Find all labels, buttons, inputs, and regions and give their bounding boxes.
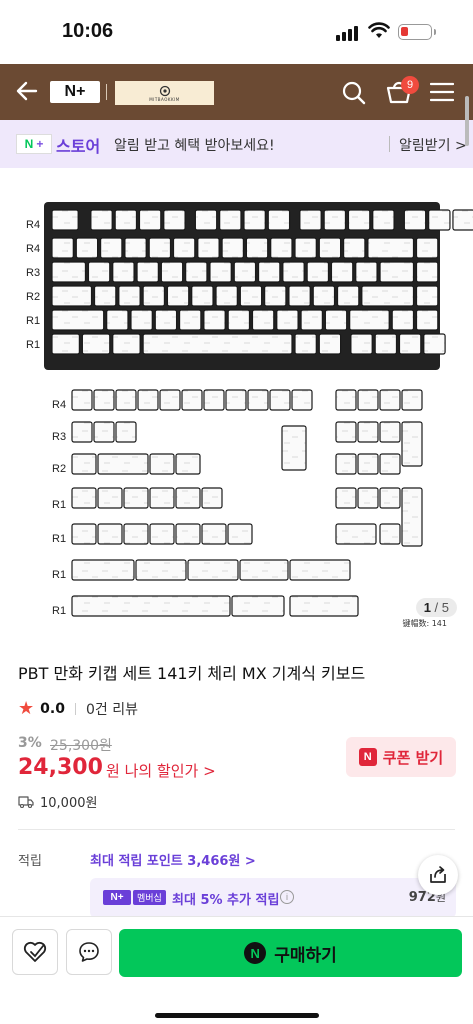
- sale-price: 24,300: [18, 755, 103, 780]
- rating-divider: [74, 702, 76, 715]
- star-icon: ★: [18, 698, 35, 719]
- original-price: 25,300원: [50, 738, 112, 754]
- banner-divider: [389, 136, 390, 152]
- truck-icon: [18, 795, 34, 808]
- row-label: R2: [26, 291, 40, 303]
- shipping-info: 10,000원: [18, 792, 97, 811]
- scroll-indicator: [465, 96, 469, 146]
- product-title: PBT 만화 키캡 세트 141키 체리 MX 기계식 키보드: [18, 664, 366, 683]
- row-label: R1: [26, 315, 40, 327]
- row-label: R4: [26, 219, 40, 231]
- cart-count-badge: 9: [401, 76, 419, 94]
- image-caption: 键帽数: 141: [402, 619, 447, 628]
- store-notification-banner[interactable]: N + 스토어 알림 받고 혜택 받아보세요! 알림받기 >: [0, 120, 473, 168]
- section-divider: [18, 829, 455, 830]
- hamburger-menu-icon[interactable]: [430, 82, 454, 102]
- row-label: R3: [52, 431, 66, 443]
- chat-bubble-icon: [79, 942, 99, 962]
- row-label: R4: [52, 399, 66, 411]
- row-label: R1: [52, 605, 66, 617]
- row-label: R3: [26, 267, 40, 279]
- notification-subscribe-button[interactable]: 알림받기 >: [399, 135, 467, 155]
- rating-score: 0.0: [40, 700, 65, 717]
- buy-button[interactable]: N 구매하기: [119, 929, 462, 977]
- extra-keycaps: [71, 389, 423, 617]
- cellular-signal-icon: [336, 26, 358, 41]
- back-arrow-icon[interactable]: [14, 78, 40, 104]
- info-icon[interactable]: i: [280, 890, 294, 904]
- image-counter: 1 / 5: [415, 598, 457, 617]
- store-title: 스토어: [56, 137, 101, 156]
- wishlist-button[interactable]: [12, 929, 58, 975]
- coupon-button[interactable]: N 쿠폰 받기: [346, 737, 456, 777]
- my-discount-price-link[interactable]: 원 나의 할인가 >: [106, 760, 216, 781]
- naver-plus-store-logo: N +: [16, 134, 52, 154]
- membership-extra-points: 최대 5% 추가 적립: [172, 893, 280, 908]
- discount-rate: 3%: [18, 735, 42, 751]
- bottom-action-bar: N 구매하기: [0, 916, 473, 1024]
- status-bar: 10:06: [0, 0, 473, 64]
- row-label: R1: [52, 499, 66, 511]
- naver-coupon-icon: N: [358, 748, 377, 766]
- status-time: 10:06: [62, 20, 114, 42]
- header-divider: [106, 84, 107, 100]
- brand-store-logo[interactable]: MITBAOKKIM: [115, 81, 214, 105]
- share-button[interactable]: [418, 855, 458, 895]
- shipping-fee: 10,000원: [40, 796, 98, 811]
- heart-icon: [23, 941, 47, 962]
- talk-button[interactable]: [66, 929, 112, 975]
- naver-plus-membership-logo: N+: [103, 890, 131, 905]
- membership-tag: 멤버십: [133, 890, 166, 905]
- search-icon[interactable]: [341, 80, 367, 106]
- coupon-label: 쿠폰 받기: [382, 748, 444, 767]
- review-count[interactable]: 0건 리뷰: [86, 699, 138, 719]
- product-image-carousel[interactable]: R4 R4 R3 R2 R1 R1 R4 R3 R2 R1 R1 R1 R1 1 / 5 键帽数: 14…: [0, 168, 473, 640]
- battery-icon: [398, 24, 436, 40]
- brand-logo-text: MITBAOKKIM: [149, 96, 180, 102]
- row-label: R1: [26, 339, 40, 351]
- points-label: 적립: [18, 854, 42, 869]
- row-label: R2: [52, 463, 66, 475]
- max-points-link[interactable]: 최대 적립 포인트 3,466원 >: [90, 850, 256, 869]
- top-navigation: N+ MITBAOKKIM: [0, 64, 473, 120]
- keycap-set-image: R4 R4 R3 R2 R1 R1 R4 R3 R2 R1 R1 R1 R1: [26, 202, 473, 617]
- store-banner-message: 알림 받고 혜택 받아보세요!: [114, 138, 275, 154]
- row-label: R1: [52, 569, 66, 581]
- share-icon: [430, 866, 446, 883]
- buy-label: 구매하기: [274, 945, 337, 966]
- naver-plus-logo[interactable]: N+: [50, 81, 100, 103]
- home-indicator: [155, 1013, 319, 1018]
- row-label: R4: [26, 243, 40, 255]
- brand-emblem-icon: [159, 85, 170, 96]
- product-rating[interactable]: ★ 0.0 0건 리뷰: [18, 698, 138, 719]
- membership-points-box[interactable]: N+ 멤버십 최대 5% 추가 적립 i 972원: [90, 878, 456, 918]
- naver-pay-icon: N: [244, 942, 267, 964]
- wifi-icon: [368, 22, 390, 38]
- row-label: R1: [52, 533, 66, 545]
